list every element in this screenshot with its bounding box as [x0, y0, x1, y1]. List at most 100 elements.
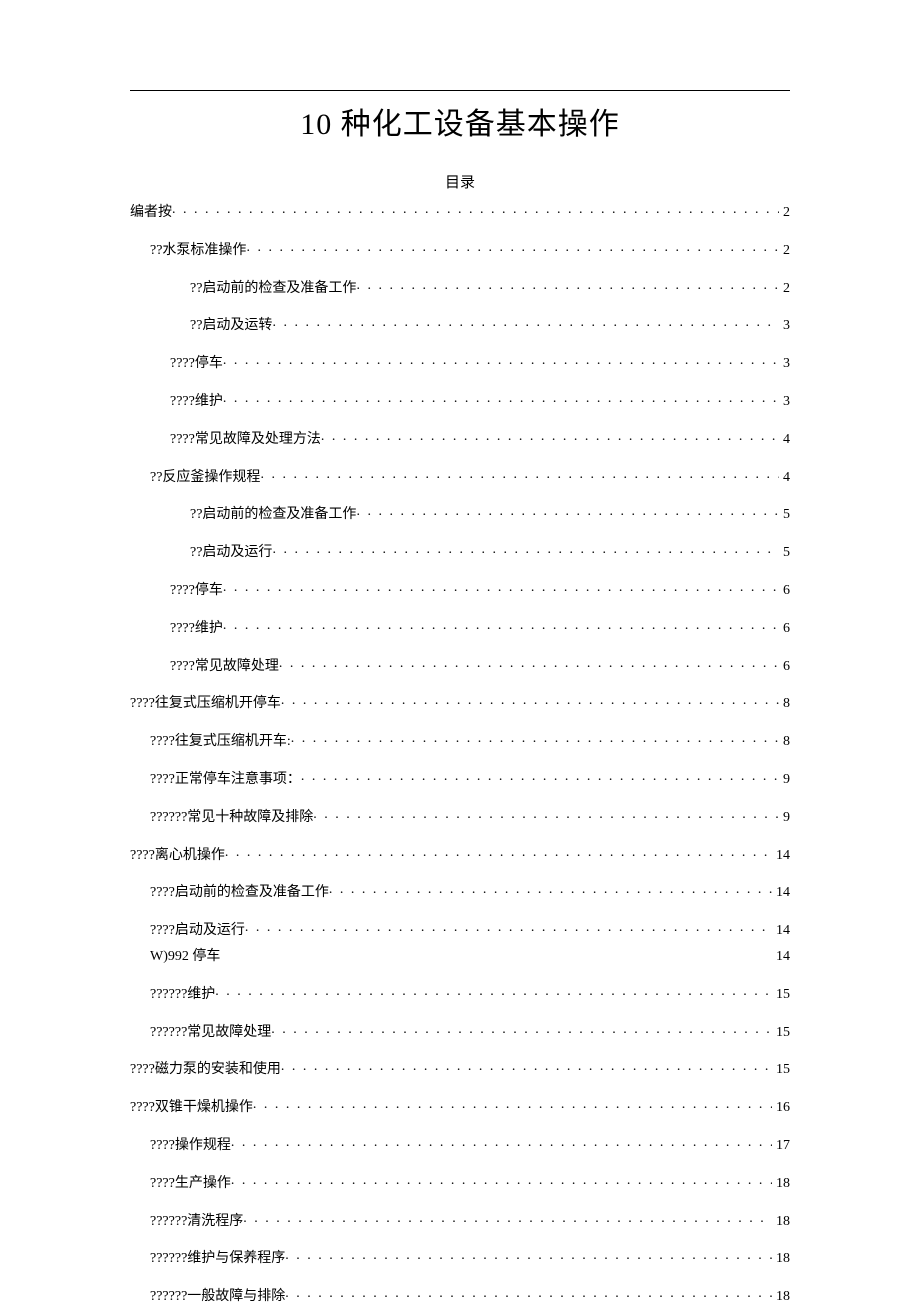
- toc-page-number: 15: [772, 1062, 790, 1079]
- toc-leader-dots: [356, 278, 779, 292]
- toc-row: ??????维护 15: [130, 984, 790, 1004]
- toc-leader-dots: [329, 882, 772, 896]
- toc-row: ????往复式压缩机开车:8: [130, 731, 790, 751]
- toc-row: ????启动前的检查及准备工作 14: [130, 882, 790, 902]
- page-title: 10 种化工设备基本操作: [130, 99, 790, 143]
- toc-leader-dots: [260, 467, 779, 481]
- toc-label: ????离心机操作: [130, 848, 225, 865]
- toc-label: ????启动前的检查及准备工作: [150, 885, 329, 902]
- toc-page-number: 6: [779, 621, 790, 638]
- toc-leader-dots: [245, 920, 772, 934]
- toc-label: ??????维护: [150, 987, 215, 1004]
- toc-leader-dots: [281, 1059, 772, 1073]
- toc-leader-dots: [223, 391, 779, 405]
- toc-label: ????常见故障及处理方法: [170, 432, 321, 449]
- toc-label: ??????常见十种故障及排除: [150, 810, 313, 827]
- toc-row: ????维护3: [130, 391, 790, 411]
- toc-page-number: 9: [779, 772, 790, 789]
- toc-page-number: 15: [772, 1025, 790, 1042]
- toc-leader-dots: [220, 946, 772, 960]
- toc-label: ??????清洗程序: [150, 1214, 243, 1231]
- toc-leader-dots: [243, 1211, 772, 1225]
- toc-leader-dots: [246, 240, 779, 254]
- toc-leader-dots: [271, 1022, 772, 1036]
- toc-label: ????启动及运行: [150, 923, 245, 940]
- toc-label: W)992 停车: [150, 949, 220, 966]
- toc-row: ????维护 6: [130, 618, 790, 638]
- toc-row: ????操作规程 17: [130, 1135, 790, 1155]
- toc-label: ????往复式压缩机开停车: [130, 696, 281, 713]
- toc-row: ????生产操作 18: [130, 1173, 790, 1193]
- toc-leader-dots: [223, 353, 779, 367]
- toc-label: ??启动及运行: [190, 545, 272, 562]
- toc-label: 编者按: [130, 205, 172, 222]
- toc-row: ????往复式压缩机开停车 8: [130, 693, 790, 713]
- toc-leader-dots: [272, 542, 779, 556]
- toc-page-number: 3: [779, 318, 790, 335]
- toc-row: ??????一般故障与排除18: [130, 1286, 790, 1306]
- toc-page-number: 5: [779, 507, 790, 524]
- toc-row: 编者按 2: [130, 202, 790, 222]
- toc-row: ??????维护与保养程序 18: [130, 1248, 790, 1268]
- toc-label: ????操作规程: [150, 1138, 231, 1155]
- toc-page-number: 18: [772, 1176, 790, 1193]
- toc-label: ????双锥干燥机操作: [130, 1100, 253, 1117]
- toc-leader-dots: [231, 1135, 772, 1149]
- toc-leader-dots: [285, 1248, 772, 1262]
- toc-leader-dots: [223, 618, 779, 632]
- toc-row: ??启动及运行 5: [130, 542, 790, 562]
- toc-row: ??启动及运转 3: [130, 315, 790, 335]
- toc-page-number: 5: [779, 545, 790, 562]
- toc-leader-dots: [272, 315, 779, 329]
- toc-label: ??启动前的检查及准备工作: [190, 507, 356, 524]
- toc-page-number: 16: [772, 1100, 790, 1117]
- toc-row: ??启动前的检查及准备工作2: [130, 278, 790, 298]
- toc-page-number: 6: [779, 583, 790, 600]
- toc-page-number: 14: [772, 885, 790, 902]
- toc-row: ????双锥干燥机操作 16: [130, 1097, 790, 1117]
- toc-page-number: 9: [779, 810, 790, 827]
- toc-page-number: 2: [779, 205, 790, 222]
- toc-page-number: 2: [779, 281, 790, 298]
- toc-row: ????停车3: [130, 353, 790, 373]
- toc-leader-dots: [223, 580, 779, 594]
- toc-leader-dots: [172, 202, 779, 216]
- toc-label: ??启动及运转: [190, 318, 272, 335]
- toc-row: ????磁力泵的安装和使用15: [130, 1059, 790, 1079]
- toc-leader-dots: [301, 769, 779, 783]
- toc-label: ????维护: [170, 621, 223, 638]
- toc-row: ??启动前的检查及准备工作 5: [130, 504, 790, 524]
- toc-label: ????常见故障处理: [170, 659, 279, 676]
- toc-page-number: 3: [779, 394, 790, 411]
- top-rule: [130, 90, 790, 91]
- toc-page-number: 6: [779, 659, 790, 676]
- toc-label: ????停车: [170, 356, 223, 373]
- toc-row: ????离心机操作 14: [130, 845, 790, 865]
- toc-leader-dots: [225, 845, 772, 859]
- toc-page-number: 15: [772, 987, 790, 1004]
- toc-page-number: 17: [772, 1138, 790, 1155]
- toc-page-number: 18: [772, 1251, 790, 1268]
- toc-page-number: 18: [772, 1214, 790, 1231]
- toc-leader-dots: [231, 1173, 772, 1187]
- toc-leader-dots: [291, 731, 779, 745]
- toc-label: ????生产操作: [150, 1176, 231, 1193]
- toc-leader-dots: [356, 504, 779, 518]
- toc-leader-dots: [321, 429, 779, 443]
- toc-label: ??水泵标准操作: [150, 243, 246, 260]
- toc-leader-dots: [313, 807, 779, 821]
- toc-page-number: 8: [779, 734, 790, 751]
- toc-page-number: 8: [779, 696, 790, 713]
- toc-row: ????停车 6: [130, 580, 790, 600]
- toc-row: ??水泵标准操作2: [130, 240, 790, 260]
- toc-leader-dots: [279, 656, 779, 670]
- toc-page-number: 4: [779, 470, 790, 487]
- toc-page-number: 14: [772, 949, 790, 966]
- toc-label: ??????维护与保养程序: [150, 1251, 285, 1268]
- toc-page-number: 18: [772, 1289, 790, 1306]
- toc-label: ????停车: [170, 583, 223, 600]
- toc-row: W)992 停车 14: [130, 946, 790, 966]
- toc-page-number: 14: [772, 848, 790, 865]
- toc-container: 编者按2??水泵标准操作2??启动前的检查及准备工作2??启动及运转3????停…: [130, 202, 790, 1306]
- toc-row: ????常见故障及处理方法4: [130, 429, 790, 449]
